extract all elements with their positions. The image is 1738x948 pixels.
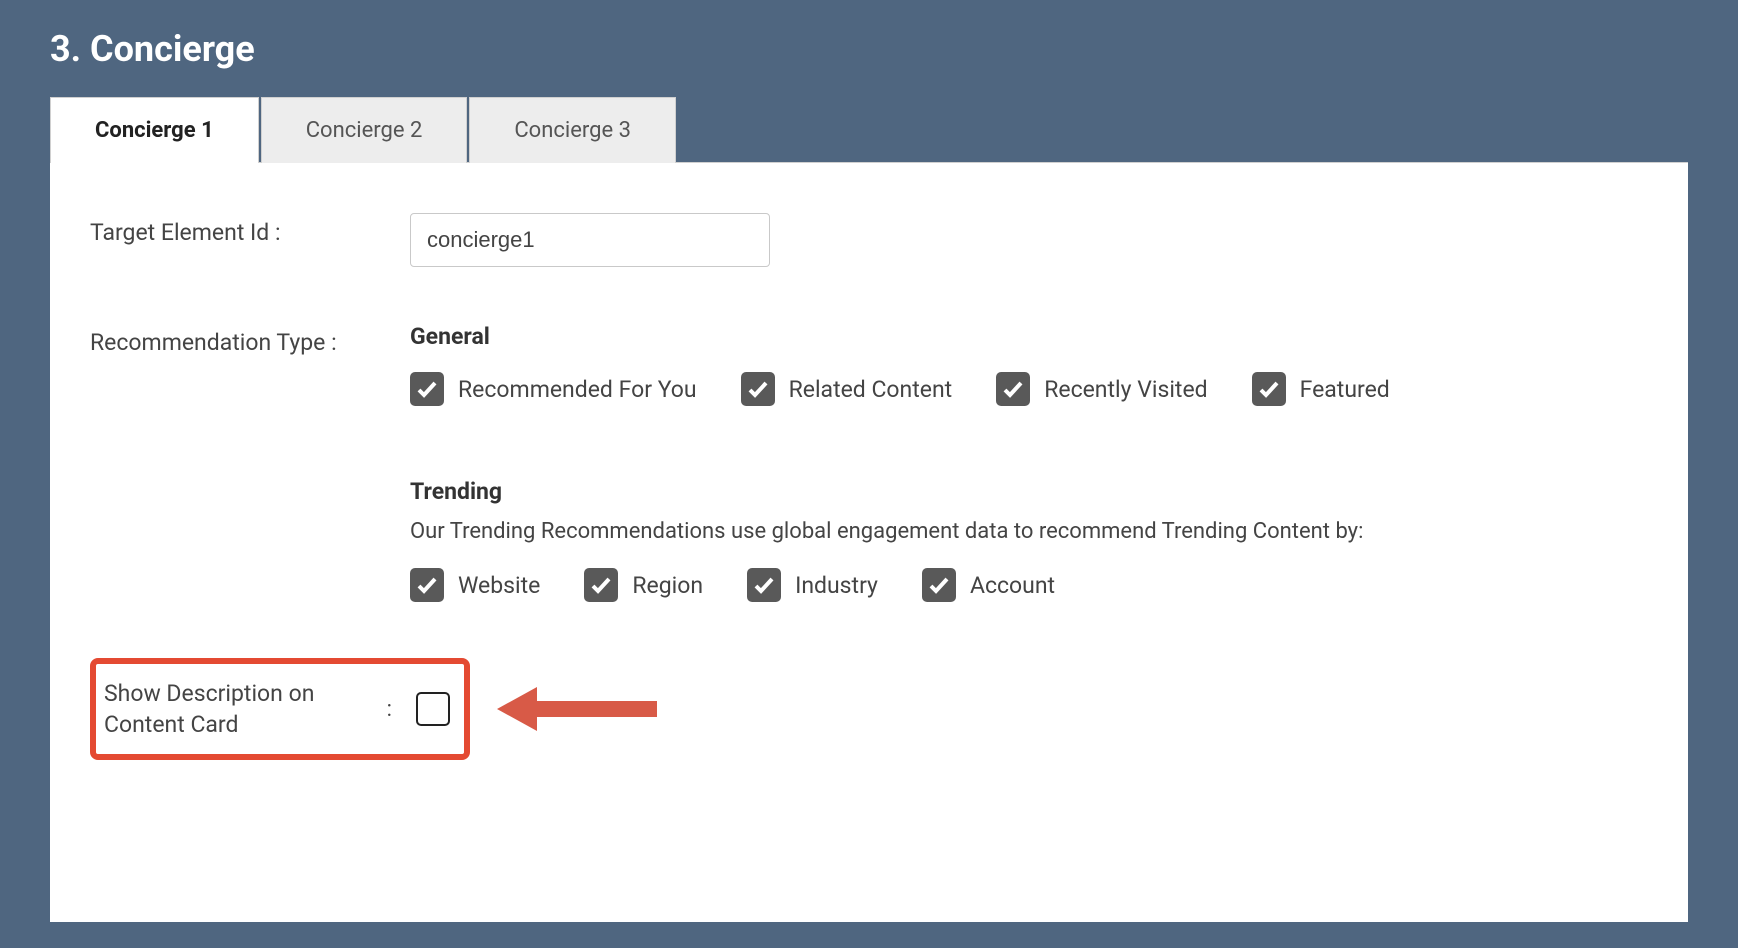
checkbox-show-description[interactable] (416, 692, 450, 726)
general-heading: General (410, 323, 1648, 350)
label-show-description: Show Description on Content Card (104, 678, 379, 740)
check-icon (1257, 377, 1281, 401)
checkbox-account[interactable] (922, 568, 956, 602)
trending-heading: Trending (410, 478, 1648, 505)
label-colon: : (387, 697, 392, 722)
option-industry: Industry (747, 568, 878, 602)
concierge-panel: Target Element Id : Recommendation Type … (50, 162, 1688, 922)
tab-concierge-2[interactable]: Concierge 2 (261, 97, 468, 163)
target-element-id-input[interactable] (410, 213, 770, 267)
general-group: General Recommended For You (410, 323, 1648, 406)
option-account: Account (922, 568, 1055, 602)
section-title: 3. Concierge (50, 28, 1688, 70)
checkbox-recently-visited[interactable] (996, 372, 1030, 406)
row-target-element-id: Target Element Id : (90, 213, 1648, 267)
annotation-highlight-box: Show Description on Content Card : (90, 658, 470, 760)
checkbox-label: Recommended For You (458, 376, 697, 403)
checkbox-label: Industry (795, 572, 878, 599)
check-icon (746, 377, 770, 401)
checkbox-recommended-for-you[interactable] (410, 372, 444, 406)
tab-concierge-3[interactable]: Concierge 3 (469, 97, 676, 163)
check-icon (752, 573, 776, 597)
checkbox-label: Recently Visited (1044, 376, 1207, 403)
checkbox-website[interactable] (410, 568, 444, 602)
check-icon (927, 573, 951, 597)
checkbox-label: Related Content (789, 376, 953, 403)
label-recommendation-type: Recommendation Type : (90, 323, 410, 356)
annotation-arrow-left-icon (492, 679, 662, 739)
checkbox-label: Website (458, 572, 540, 599)
general-options: Recommended For You Related Content (410, 372, 1648, 406)
option-website: Website (410, 568, 540, 602)
option-region: Region (584, 568, 703, 602)
row-recommendation-type: Recommendation Type : General Recommende… (90, 323, 1648, 602)
label-target-element-id: Target Element Id : (90, 213, 410, 246)
option-featured: Featured (1252, 372, 1390, 406)
option-recommended-for-you: Recommended For You (410, 372, 697, 406)
check-icon (415, 377, 439, 401)
check-icon (1001, 377, 1025, 401)
row-show-description: Show Description on Content Card : (90, 658, 1648, 760)
trending-description: Our Trending Recommendations use global … (410, 519, 1648, 544)
checkbox-label: Featured (1300, 376, 1390, 403)
option-related-content: Related Content (741, 372, 953, 406)
checkbox-region[interactable] (584, 568, 618, 602)
tab-concierge-1[interactable]: Concierge 1 (50, 97, 259, 163)
check-icon (589, 573, 613, 597)
option-recently-visited: Recently Visited (996, 372, 1207, 406)
checkbox-featured[interactable] (1252, 372, 1286, 406)
checkbox-label: Region (632, 572, 703, 599)
trending-group: Trending Our Trending Recommendations us… (410, 478, 1648, 602)
checkbox-related-content[interactable] (741, 372, 775, 406)
checkbox-label: Account (970, 572, 1055, 599)
concierge-tabs: Concierge 1 Concierge 2 Concierge 3 (50, 96, 1688, 162)
check-icon (415, 573, 439, 597)
checkbox-industry[interactable] (747, 568, 781, 602)
trending-options: Website Region Industry (410, 568, 1648, 602)
concierge-section: 3. Concierge Concierge 1 Concierge 2 Con… (0, 0, 1738, 922)
